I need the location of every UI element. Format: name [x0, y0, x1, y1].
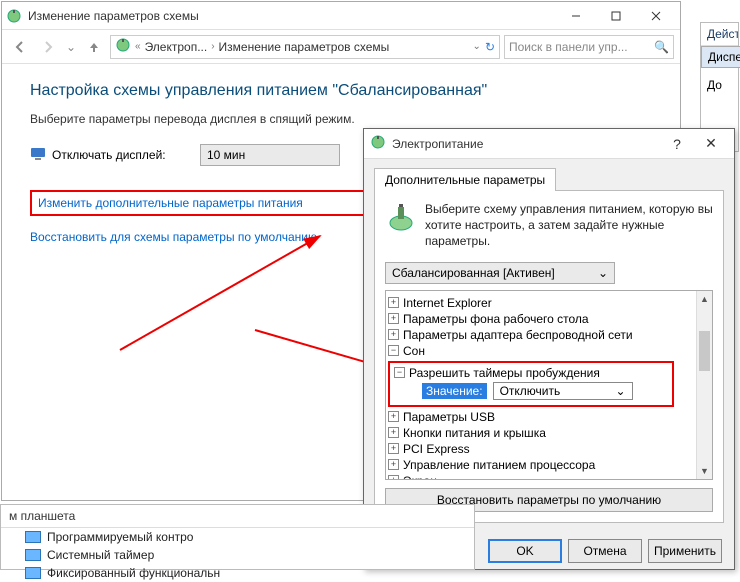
maximize-button[interactable] — [596, 4, 636, 28]
list-item-label: Фиксированный функциональн — [47, 566, 220, 580]
window-title: Изменение параметров схемы — [28, 9, 556, 23]
scroll-thumb[interactable] — [699, 331, 710, 371]
display-off-value: 10 мин — [207, 148, 245, 162]
tree-item[interactable]: PCI Express — [403, 442, 470, 456]
tab-additional[interactable]: Дополнительные параметры — [374, 168, 556, 191]
chevron-right-icon: › — [211, 41, 214, 52]
navbar: ⌄ « Электроп... › Изменение параметров с… — [2, 30, 680, 64]
back-button[interactable] — [8, 35, 32, 59]
search-icon: 🔍 — [654, 40, 669, 54]
tree-item-wake-timers[interactable]: Разрешить таймеры пробуждения — [409, 366, 600, 380]
value-select[interactable]: Отключить ⌄ — [493, 382, 633, 400]
address-bar[interactable]: « Электроп... › Изменение параметров схе… — [110, 35, 500, 59]
device-list-header: м планшета — [1, 505, 474, 528]
tree-item[interactable]: Управление питанием процессора — [403, 458, 595, 472]
scheme-select[interactable]: Сбалансированная [Активен] ⌄ — [385, 262, 615, 284]
value-label: Значение: — [422, 383, 487, 399]
tree-item[interactable]: Экран — [403, 474, 437, 480]
search-placeholder: Поиск в панели упр... — [509, 40, 654, 54]
device-icon — [25, 567, 41, 579]
dialog-titlebar: Электропитание ? ✕ — [364, 129, 734, 159]
chevron-down-icon[interactable]: ⌄ — [473, 41, 481, 52]
close-button[interactable]: ✕ — [694, 135, 728, 152]
list-item[interactable]: Фиксированный функциональн — [1, 564, 474, 582]
minimize-button[interactable] — [556, 4, 596, 28]
tree-item[interactable]: Кнопки питания и крышка — [403, 426, 546, 440]
battery-large-icon — [385, 201, 417, 236]
apply-button[interactable]: Применить — [648, 539, 722, 563]
expand-icon[interactable]: + — [388, 475, 399, 480]
close-button[interactable] — [636, 4, 676, 28]
list-item-label: Системный таймер — [47, 548, 154, 562]
settings-tree[interactable]: + Internet Explorer + Параметры фона рабоч… — [385, 290, 713, 480]
titlebar: Изменение параметров схемы — [2, 2, 680, 30]
breadcrumb-item[interactable]: Изменение параметров схемы — [219, 40, 390, 54]
up-button[interactable] — [82, 35, 106, 59]
expand-icon[interactable]: + — [388, 459, 399, 470]
tree-item[interactable]: Параметры USB — [403, 410, 495, 424]
scroll-down-icon[interactable]: ▼ — [697, 463, 712, 479]
device-icon — [25, 549, 41, 561]
refresh-icon[interactable]: ↻ — [485, 40, 495, 54]
list-item-label: Программируемый контро — [47, 530, 193, 544]
battery-icon — [115, 37, 131, 56]
collapse-icon[interactable]: − — [388, 345, 399, 356]
device-icon — [25, 531, 41, 543]
search-input[interactable]: Поиск в панели упр... 🔍 — [504, 35, 674, 59]
expand-icon[interactable]: + — [388, 427, 399, 438]
actions-header: Действи — [701, 23, 738, 46]
actions-item-1[interactable]: Диспетч — [701, 46, 740, 68]
tree-item[interactable]: Параметры фона рабочего стола — [403, 312, 589, 326]
chevron-right-icon: « — [135, 41, 141, 52]
expand-icon[interactable]: + — [388, 297, 399, 308]
chevron-down-icon: ⌄ — [598, 266, 608, 280]
ok-button[interactable]: OK — [488, 539, 562, 563]
tree-item[interactable]: Internet Explorer — [403, 296, 492, 310]
page-subtitle: Выберите параметры перевода дисплея в сп… — [30, 112, 652, 126]
value-text: Отключить — [500, 384, 561, 398]
monitor-icon — [30, 146, 46, 165]
cancel-button[interactable]: Отмена — [568, 539, 642, 563]
expand-icon[interactable]: + — [388, 443, 399, 454]
dialog-title: Электропитание — [392, 137, 660, 151]
display-off-dropdown[interactable]: 10 мин — [200, 144, 340, 166]
tree-item-sleep[interactable]: Сон — [403, 344, 425, 358]
scheme-value: Сбалансированная [Активен] — [392, 266, 555, 280]
list-item[interactable]: Системный таймер — [1, 546, 474, 564]
forward-button[interactable] — [36, 35, 60, 59]
tab-panel: Выберите схему управления питанием, кото… — [374, 190, 724, 523]
breadcrumb-item[interactable]: Электроп... — [145, 40, 208, 54]
dialog-description: Выберите схему управления питанием, кото… — [425, 201, 713, 250]
display-off-label: Отключать дисплей: — [52, 148, 166, 162]
battery-icon — [370, 134, 386, 153]
chevron-down-icon: ⌄ — [616, 384, 626, 398]
wake-timer-value-row: Значение: Отключить ⌄ — [422, 381, 668, 401]
help-button[interactable]: ? — [660, 136, 694, 152]
scroll-up-icon[interactable]: ▲ — [697, 291, 712, 307]
wake-timers-group: −Разрешить таймеры пробуждения Значение:… — [388, 361, 674, 407]
actions-item-2[interactable]: До — [701, 74, 738, 96]
expand-icon[interactable]: + — [388, 313, 399, 324]
device-list-panel: м планшета Программируемый контро Систем… — [0, 504, 475, 570]
collapse-icon[interactable]: − — [394, 367, 405, 378]
expand-icon[interactable]: + — [388, 329, 399, 340]
scrollbar[interactable]: ▲ ▼ — [696, 291, 712, 479]
tree-item[interactable]: Параметры адаптера беспроводной сети — [403, 328, 633, 342]
page-title: Настройка схемы управления питанием "Сба… — [30, 82, 652, 100]
expand-icon[interactable]: + — [388, 411, 399, 422]
history-dropdown-icon[interactable]: ⌄ — [64, 35, 78, 59]
battery-icon — [6, 8, 22, 24]
list-item[interactable]: Программируемый контро — [1, 528, 474, 546]
